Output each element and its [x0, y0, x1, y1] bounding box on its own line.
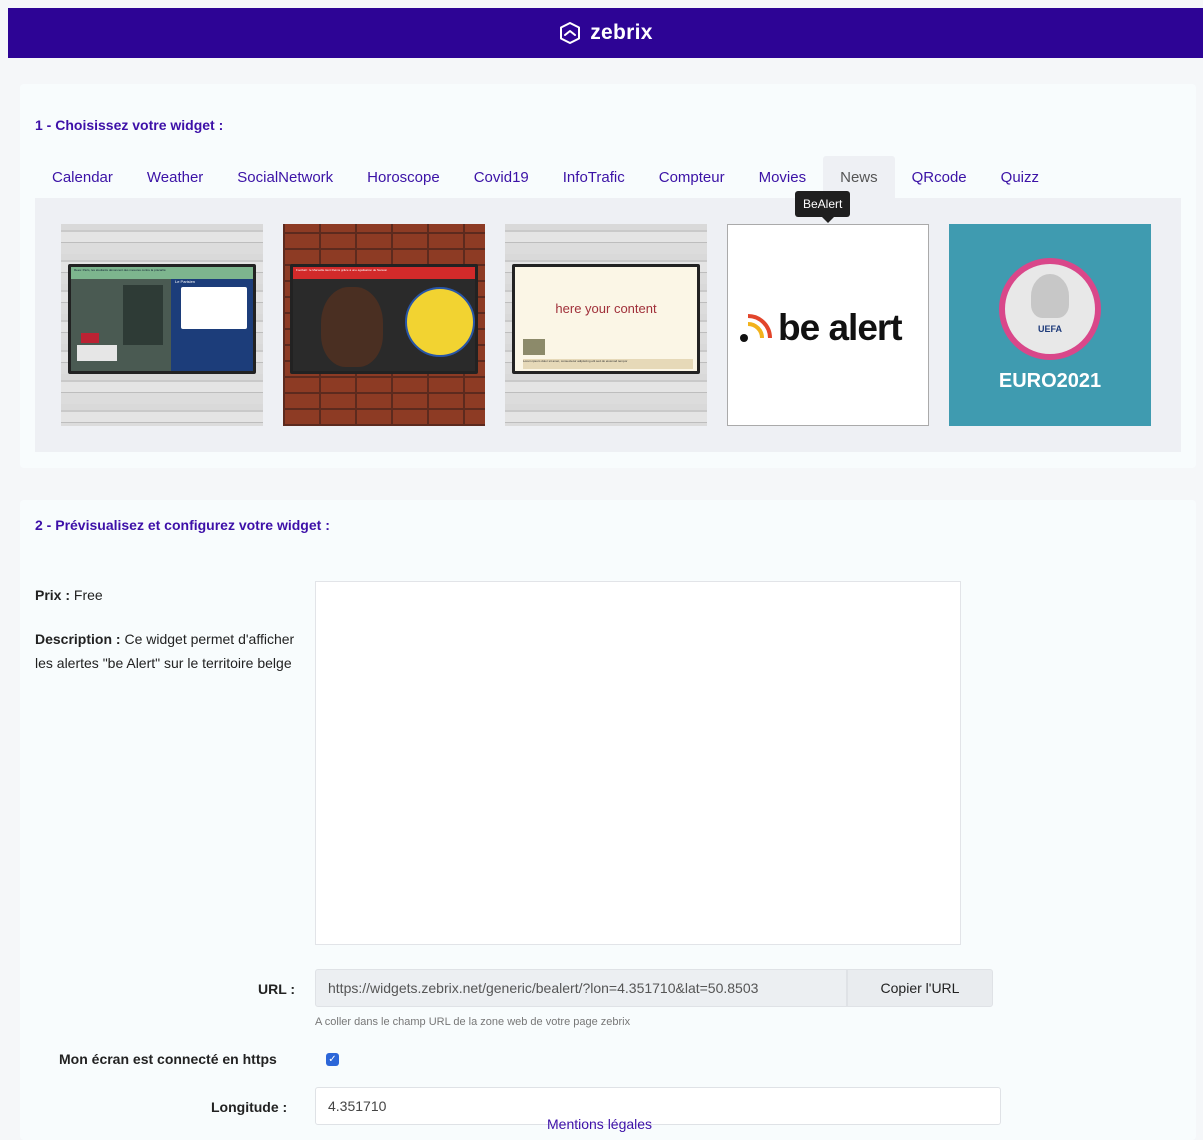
tab-calendar[interactable]: Calendar	[35, 156, 130, 198]
thumb-small-image	[523, 339, 545, 355]
widget-thumbnails: Rees: Paris, les étudiants dénoncent des…	[61, 224, 1151, 426]
thumb-photo	[71, 279, 171, 371]
checkmark-icon: ✓	[328, 1054, 337, 1065]
tv-screen: Rees: Paris, les étudiants dénoncent des…	[68, 264, 256, 374]
url-field[interactable]	[315, 969, 847, 1007]
brand[interactable]: zebrix	[558, 21, 653, 45]
longitude-field[interactable]	[315, 1087, 1001, 1125]
widget-preview-frame[interactable]	[315, 581, 961, 945]
thumb-content-text: here your content	[555, 301, 657, 316]
longitude-label: Longitude :	[211, 1099, 288, 1115]
news-widgets-panel: Rees: Paris, les étudiants dénoncent des…	[35, 198, 1181, 452]
section-2-title: 2 - Prévisualisez et configurez votre wi…	[35, 517, 330, 533]
tab-weather[interactable]: Weather	[130, 156, 220, 198]
widget-chooser-card: 1 - Choisissez votre widget : Calendar W…	[20, 84, 1196, 468]
url-label: URL :	[258, 981, 296, 997]
tv-screen: Football : le Marseille tient Reims grâc…	[290, 264, 478, 374]
thumb-ball	[405, 287, 475, 357]
price-label: Prix :	[35, 587, 71, 603]
copy-url-button[interactable]: Copier l'URL	[847, 969, 993, 1007]
section-1-title: 1 - Choisissez votre widget :	[35, 117, 224, 133]
thumb-side-label: Le Parisien	[175, 279, 196, 284]
zebrix-logo-icon	[558, 21, 582, 45]
bealert-text: be alert	[778, 307, 903, 348]
tab-horoscope[interactable]: Horoscope	[350, 156, 457, 198]
price-row: Prix : Free	[35, 587, 103, 603]
brand-name: zebrix	[590, 21, 653, 44]
tab-quizz[interactable]: Quizz	[984, 156, 1056, 198]
thumb-headline: Football : le Marseille tient Reims grâc…	[293, 267, 475, 279]
https-checkbox[interactable]: ✓	[326, 1053, 339, 1066]
description-row: Description : Ce widget permet d'affiche…	[35, 627, 305, 675]
url-hint: A coller dans le champ URL de la zone we…	[315, 1016, 631, 1028]
trophy-icon	[1031, 274, 1069, 318]
widget-thumb-bealert[interactable]: be alert	[727, 224, 929, 426]
widget-tabs: Calendar Weather SocialNetwork Horoscope…	[35, 156, 1056, 198]
tv-screen: here your content Lorem ipsum dolor sit …	[512, 264, 700, 374]
bealert-signal-icon	[738, 308, 778, 349]
uefa-label: UEFA	[1037, 324, 1062, 334]
thumb-tooltip: BeAlert	[795, 191, 851, 223]
euro-emblem: UEFA	[999, 258, 1101, 360]
description-label: Description :	[35, 631, 121, 647]
tab-socialnetwork[interactable]: SocialNetwork	[220, 156, 350, 198]
thumb-player	[321, 287, 383, 367]
euro-text: EURO2021	[998, 370, 1102, 392]
thumb-text-box	[181, 287, 247, 329]
tab-infotrafic[interactable]: InfoTrafic	[546, 156, 642, 198]
widget-thumb-euro2021[interactable]: UEFA EURO2021	[949, 224, 1151, 426]
top-header: zebrix	[8, 8, 1203, 58]
price-value: Free	[73, 587, 103, 603]
widget-thumb-news-1[interactable]: Rees: Paris, les étudiants dénoncent des…	[61, 224, 263, 426]
tab-compteur[interactable]: Compteur	[642, 156, 742, 198]
bealert-logo: be alert	[738, 307, 903, 349]
thumb-ticker: Lorem ipsum dolor sit amet, consectetur …	[523, 359, 693, 369]
widget-thumb-news-2[interactable]: Football : le Marseille tient Reims grâc…	[283, 224, 485, 426]
thumb-headline: Rees: Paris, les étudiants dénoncent des…	[71, 267, 253, 279]
tab-qrcode[interactable]: QRcode	[895, 156, 984, 198]
tab-covid19[interactable]: Covid19	[457, 156, 546, 198]
widget-thumb-news-3[interactable]: here your content Lorem ipsum dolor sit …	[505, 224, 707, 426]
https-label: Mon écran est connecté en https	[59, 1051, 277, 1067]
